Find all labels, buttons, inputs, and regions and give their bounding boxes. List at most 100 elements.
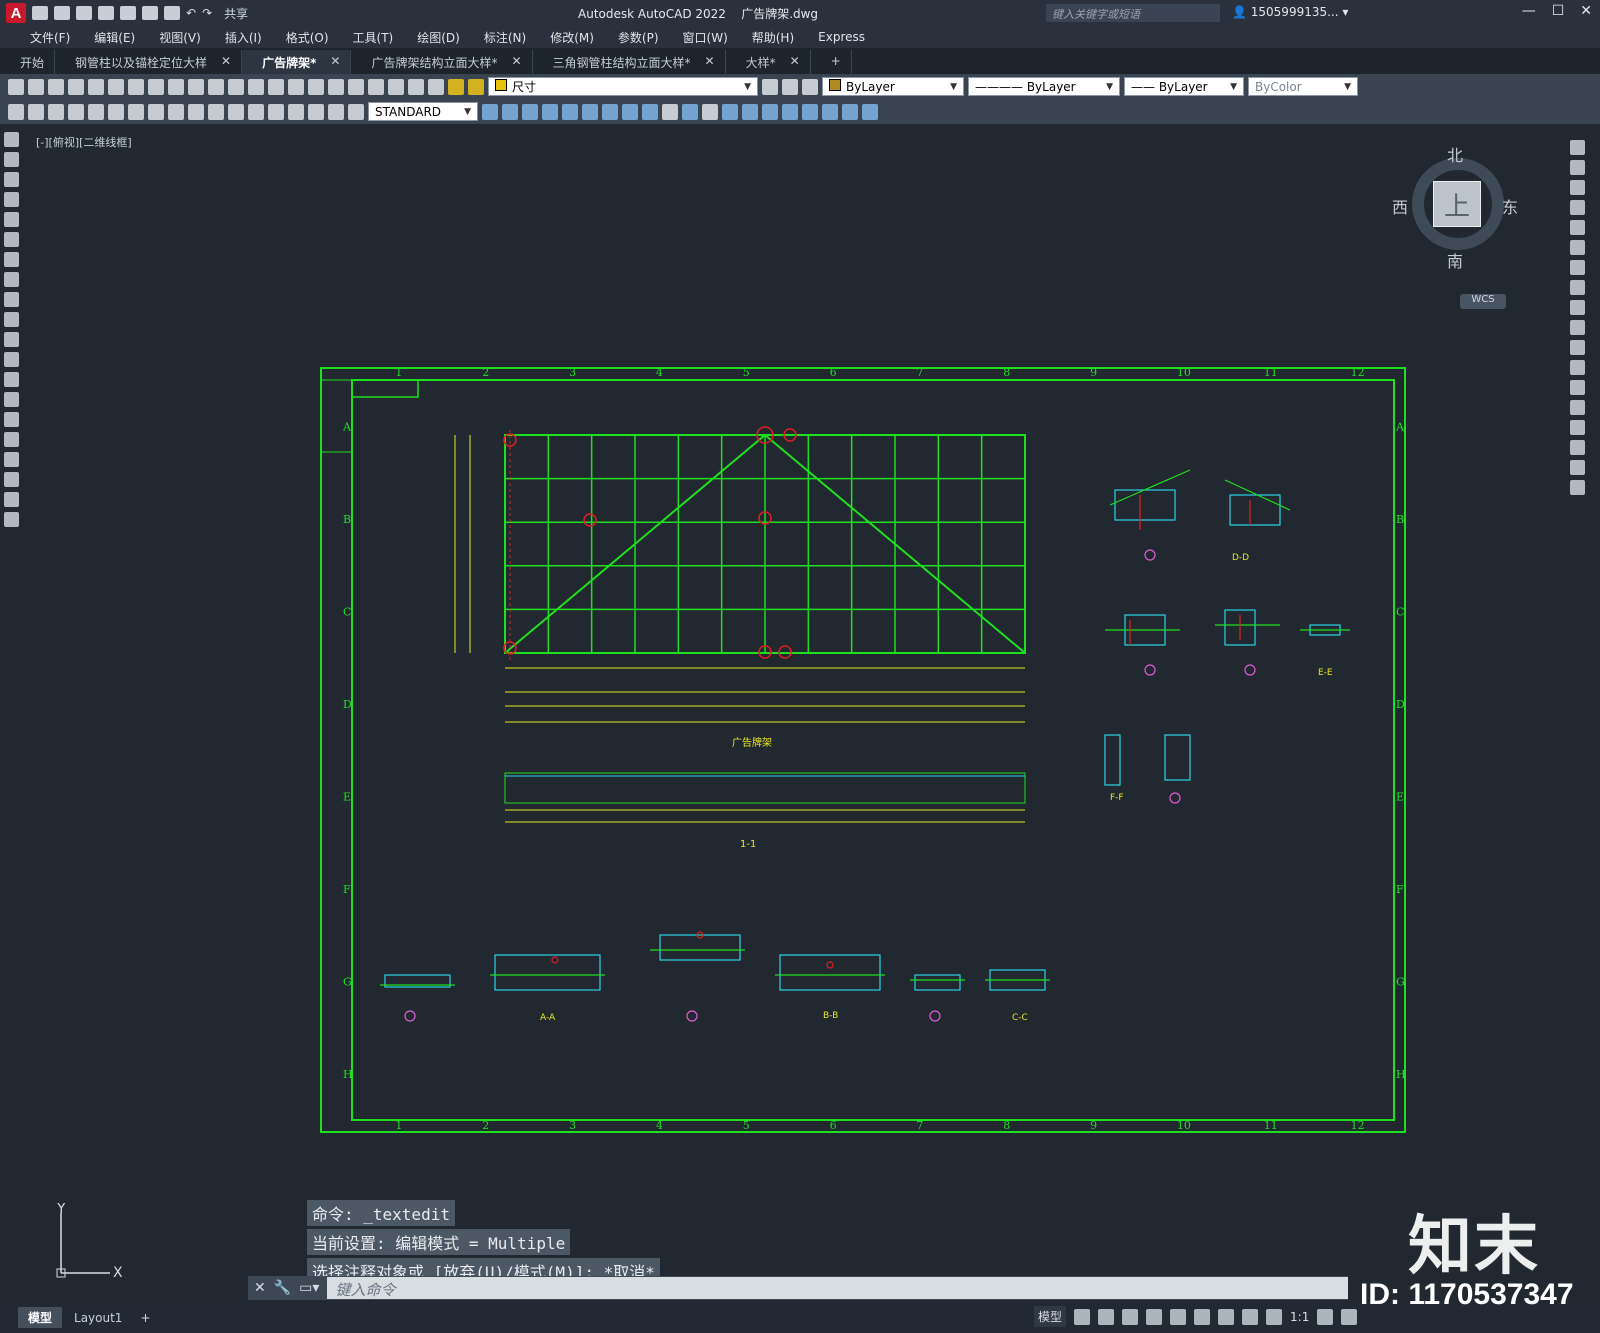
mtext-icon[interactable] xyxy=(4,492,19,507)
jogged-icon[interactable] xyxy=(108,103,124,120)
autoscale-icon[interactable] xyxy=(1266,1308,1283,1325)
maximize-button[interactable]: ☐ xyxy=(1552,3,1565,19)
trim-icon[interactable] xyxy=(1570,320,1585,335)
plus-icon[interactable] xyxy=(1341,1308,1358,1325)
scale-icon[interactable] xyxy=(1570,280,1585,295)
cone-icon[interactable] xyxy=(542,103,558,120)
polar-icon[interactable] xyxy=(1146,1308,1163,1325)
plotstyle-dropdown[interactable]: ByColor ▼ xyxy=(1248,77,1358,96)
cut-icon[interactable] xyxy=(128,78,144,95)
material-icon[interactable] xyxy=(862,103,878,120)
jogged-linear-icon[interactable] xyxy=(328,103,344,120)
union-icon[interactable] xyxy=(642,103,658,120)
intersect-icon[interactable] xyxy=(722,103,738,120)
copy-icon[interactable] xyxy=(1570,160,1585,175)
menu-item[interactable]: Express xyxy=(806,30,877,44)
lineweight-dropdown[interactable]: —— ByLayer ▼ xyxy=(1124,77,1244,96)
viewcube-top-face[interactable]: 上 xyxy=(1433,181,1481,227)
diameter-icon[interactable] xyxy=(128,103,144,120)
break-at-point-icon[interactable] xyxy=(1570,360,1585,375)
tool-palettes-icon[interactable] xyxy=(348,78,364,95)
tab-close-icon[interactable]: ✕ xyxy=(330,54,340,74)
circle-icon[interactable] xyxy=(4,252,19,267)
arc-length-icon[interactable] xyxy=(48,103,64,120)
menu-item[interactable]: 工具(T) xyxy=(341,29,406,46)
dim-text-edit-icon[interactable] xyxy=(662,103,678,120)
menu-item[interactable]: 参数(P) xyxy=(606,29,671,46)
viewcube[interactable]: 上 北 南 西 东 xyxy=(1392,146,1518,271)
render-icon[interactable] xyxy=(782,103,798,120)
inspect-icon[interactable] xyxy=(308,103,324,120)
ellipse-arc-icon[interactable] xyxy=(4,332,19,347)
chamfer-icon[interactable] xyxy=(1570,420,1585,435)
matchprop-icon[interactable] xyxy=(188,78,204,95)
layer-manager-icon[interactable] xyxy=(448,78,464,95)
wedge-icon[interactable] xyxy=(562,103,578,120)
array-icon[interactable] xyxy=(1570,220,1585,235)
menu-item[interactable]: 绘图(D) xyxy=(405,29,472,46)
hatch-icon[interactable] xyxy=(4,412,19,427)
center-mark-icon[interactable] xyxy=(288,103,304,120)
viewport-controls[interactable]: [-][俯视][二维线框] xyxy=(36,134,132,150)
redo-icon[interactable]: ↷ xyxy=(202,6,212,20)
properties-icon[interactable] xyxy=(308,78,324,95)
copy-icon[interactable] xyxy=(148,78,164,95)
save-icon[interactable] xyxy=(48,78,64,95)
zoom-icon[interactable] xyxy=(268,78,284,95)
break-icon[interactable] xyxy=(1570,380,1585,395)
isodraft-icon[interactable] xyxy=(1170,1308,1187,1325)
linetype-dropdown[interactable]: ———— ByLayer ▼ xyxy=(968,77,1120,96)
arc-icon[interactable] xyxy=(4,232,19,247)
wcs-menu[interactable]: WCS xyxy=(1460,294,1506,309)
menu-item[interactable]: 视图(V) xyxy=(147,29,213,46)
shell-icon[interactable] xyxy=(762,103,778,120)
minimize-button[interactable]: — xyxy=(1522,3,1536,19)
layout-tab[interactable]: Layout1 xyxy=(64,1309,132,1327)
menu-item[interactable]: 标注(N) xyxy=(472,29,538,46)
undo-icon[interactable] xyxy=(208,78,224,95)
make-current-icon[interactable] xyxy=(762,78,778,95)
camera-icon[interactable] xyxy=(802,103,818,120)
gear-icon[interactable] xyxy=(1317,1308,1334,1325)
recent-commands-icon[interactable]: ▭▾ xyxy=(299,1280,319,1296)
annotation-scale[interactable]: 1:1 xyxy=(1290,1310,1309,1324)
line-icon[interactable] xyxy=(4,132,19,147)
plot-icon[interactable] xyxy=(164,6,180,20)
blend-icon[interactable] xyxy=(1570,460,1585,475)
update-icon[interactable] xyxy=(702,103,718,120)
open-icon[interactable] xyxy=(28,78,44,95)
document-tab[interactable]: 大样* ✕ xyxy=(726,50,811,74)
point-icon[interactable] xyxy=(4,392,19,407)
polygon-icon[interactable] xyxy=(4,192,19,207)
new-tab-button[interactable]: + xyxy=(811,50,852,74)
extend-icon[interactable] xyxy=(1570,340,1585,355)
rotate-icon[interactable] xyxy=(1570,260,1585,275)
calculator-icon[interactable] xyxy=(408,78,424,95)
document-tab[interactable]: 开始 xyxy=(0,50,56,74)
cylinder-icon[interactable] xyxy=(522,103,538,120)
tab-close-icon[interactable]: ✕ xyxy=(511,54,521,74)
zoom-window-icon[interactable] xyxy=(288,78,304,95)
layer-previous-icon[interactable] xyxy=(782,78,798,95)
add-layout-icon[interactable]: + xyxy=(140,1311,150,1325)
user-account[interactable]: 👤 1505999135... ▾ xyxy=(1232,5,1348,19)
construction-line-icon[interactable] xyxy=(4,152,19,167)
layer-dropdown[interactable]: 尺寸 ▼ xyxy=(488,77,758,96)
close-button[interactable]: ✕ xyxy=(1580,3,1592,19)
radius-icon[interactable] xyxy=(88,103,104,120)
menu-item[interactable]: 格式(O) xyxy=(274,29,341,46)
mirror-icon[interactable] xyxy=(1570,180,1585,195)
undo-icon[interactable]: ↶ xyxy=(186,6,196,20)
dimstyle-dropdown[interactable]: STANDARD ▼ xyxy=(368,102,478,121)
paste-icon[interactable] xyxy=(168,78,184,95)
offset-icon[interactable] xyxy=(1570,200,1585,215)
menu-item[interactable]: 修改(M) xyxy=(538,29,606,46)
color-dropdown[interactable]: ByLayer ▼ xyxy=(822,77,964,96)
pan-icon[interactable] xyxy=(248,78,264,95)
help-icon[interactable] xyxy=(428,78,444,95)
fillet-icon[interactable] xyxy=(1570,440,1585,455)
autocad-logo-icon[interactable]: A xyxy=(6,3,26,23)
baseline-icon[interactable] xyxy=(188,103,204,120)
import-icon[interactable] xyxy=(120,6,136,20)
model-space-button[interactable]: 模型 xyxy=(1034,1306,1067,1327)
